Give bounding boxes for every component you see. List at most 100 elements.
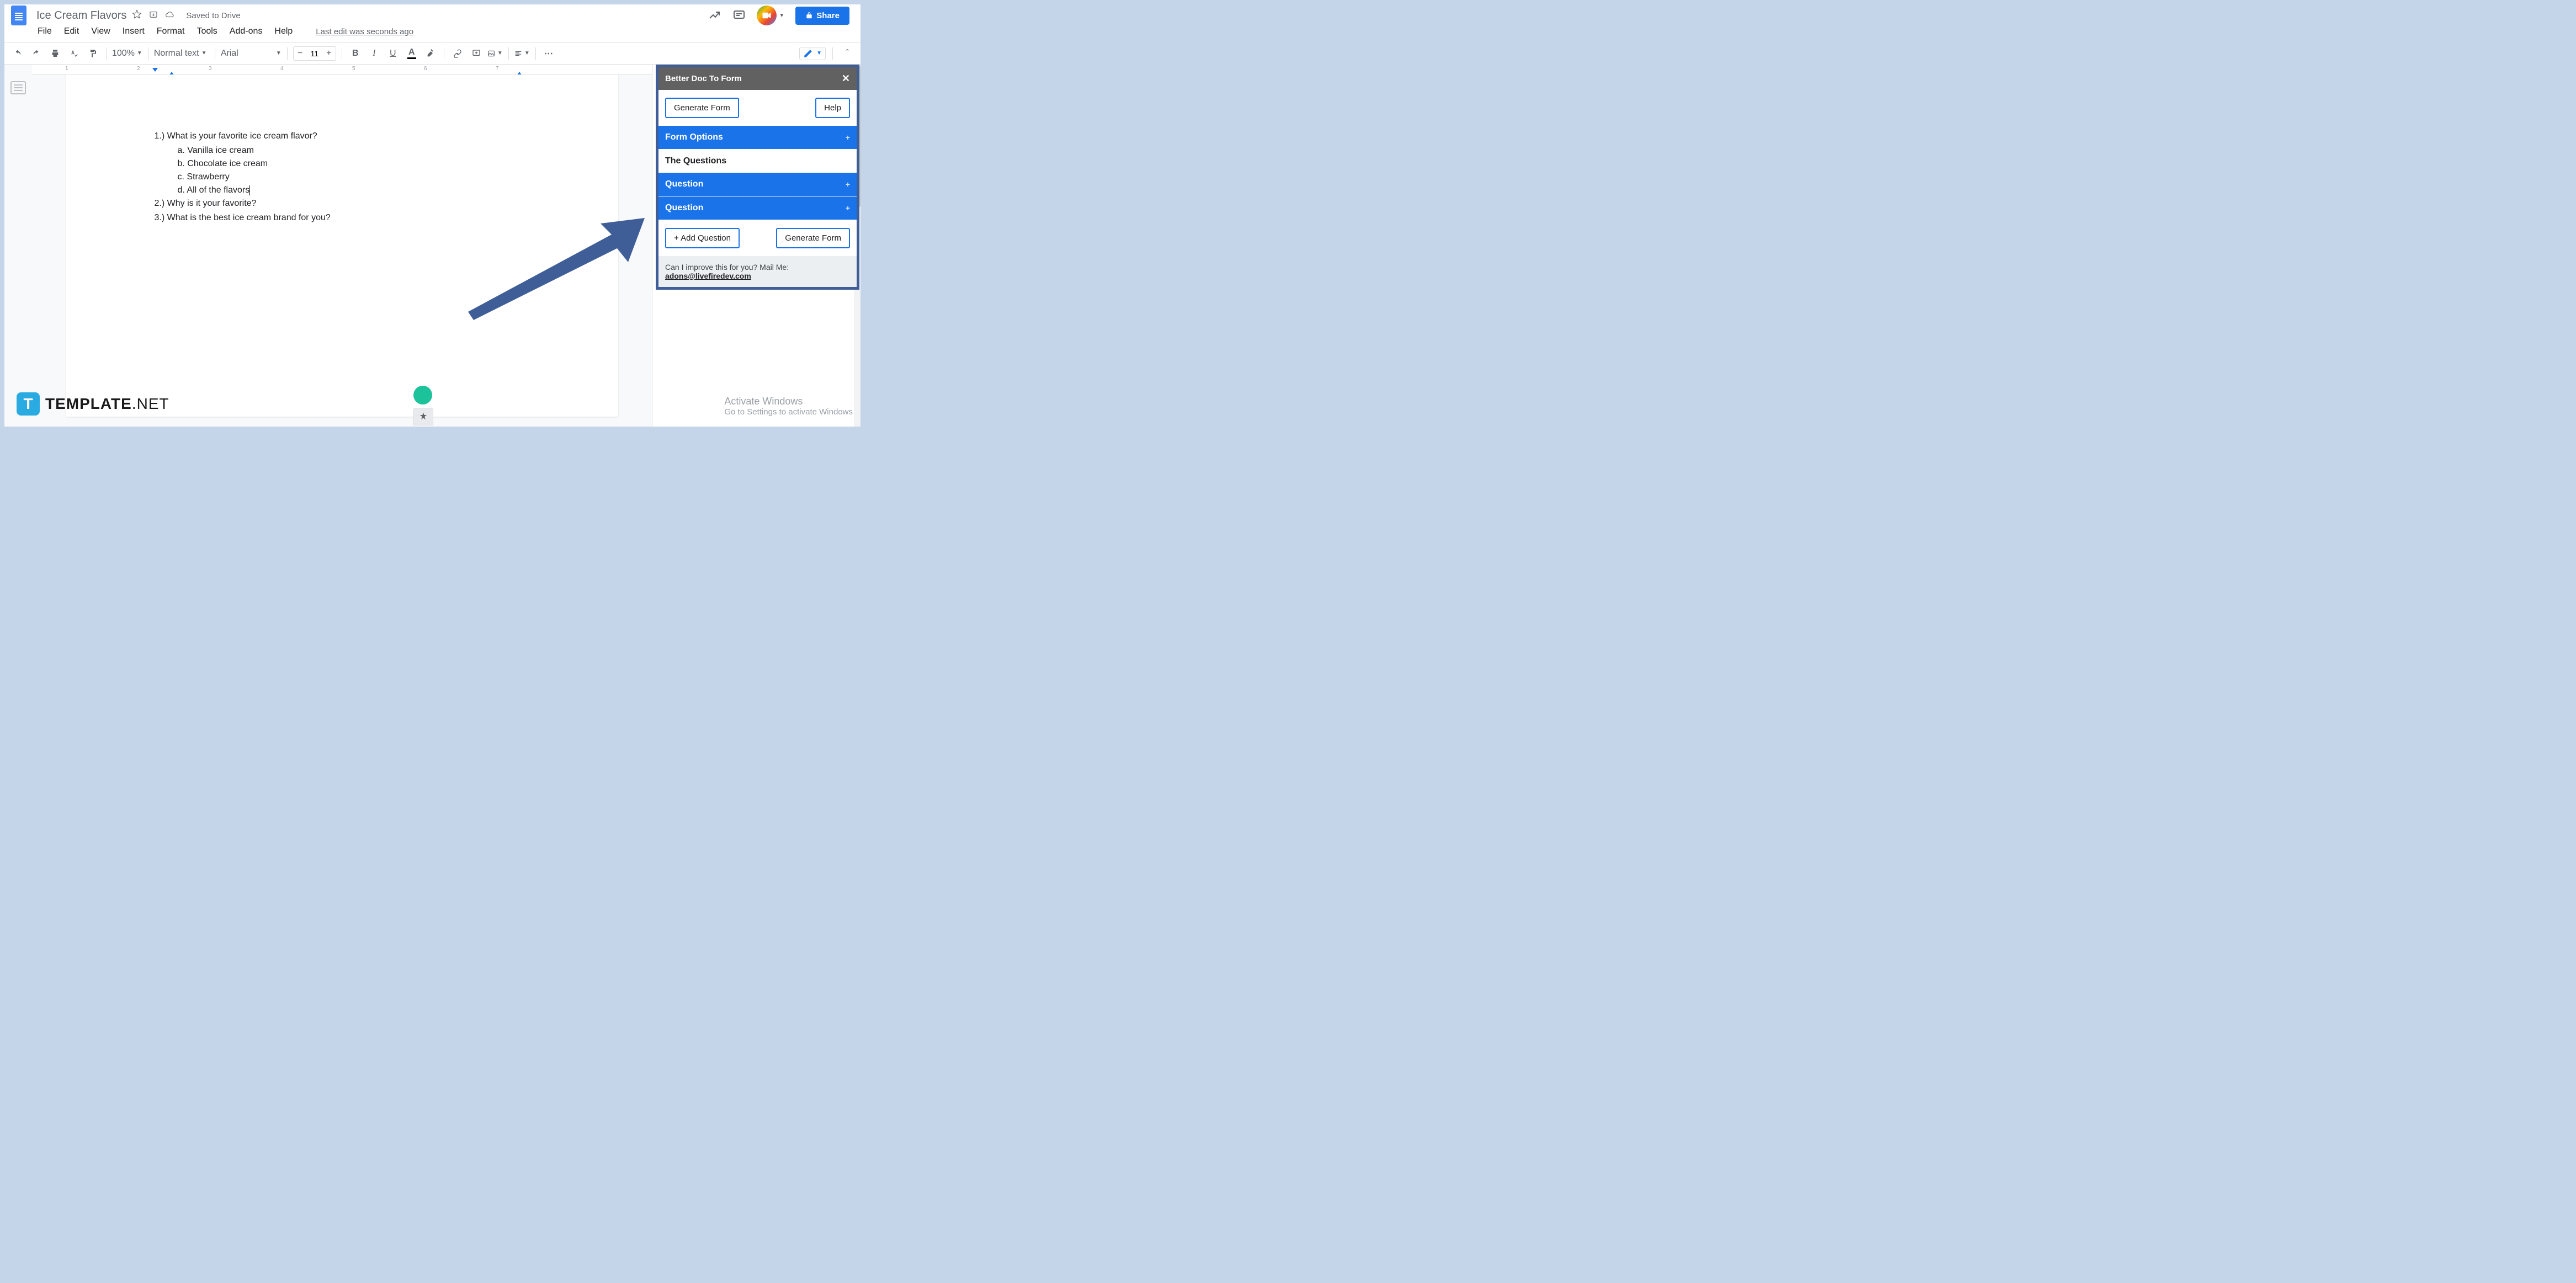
ruler-mark: 6 <box>424 66 427 72</box>
print-button[interactable] <box>47 46 63 61</box>
meet-icon <box>757 6 777 25</box>
sidepanel-header: Better Doc To Form ✕ <box>658 67 857 90</box>
text-color-button[interactable]: A <box>404 46 419 61</box>
document-page[interactable]: 1.) What is your favorite ice cream flav… <box>66 74 618 417</box>
activate-line2: Go to Settings to activate Windows <box>724 407 853 417</box>
insert-image-button[interactable]: ▼ <box>487 46 503 61</box>
expand-icon: + <box>846 180 850 189</box>
menu-insert[interactable]: Insert <box>123 26 145 36</box>
close-icon[interactable]: ✕ <box>842 73 850 84</box>
menu-view[interactable]: View <box>91 26 110 36</box>
font-select[interactable]: Arial▼ <box>221 49 281 58</box>
chevron-down-icon: ▼ <box>816 50 822 56</box>
generate-form-button-2[interactable]: Generate Form <box>776 228 850 248</box>
menu-help[interactable]: Help <box>274 26 293 36</box>
template-net-watermark: T TEMPLATE.NET <box>17 392 169 416</box>
meet-dropdown[interactable]: ▼ <box>757 6 784 25</box>
zoom-select[interactable]: 100%▼ <box>112 49 142 58</box>
cloud-saved-icon[interactable] <box>165 9 175 22</box>
activate-line1: Activate Windows <box>724 396 853 407</box>
paint-format-button[interactable] <box>85 46 100 61</box>
title-action-icons: Saved to Drive <box>132 9 240 22</box>
add-comment-button[interactable] <box>469 46 484 61</box>
question-1: 1.) What is your favorite ice cream flav… <box>155 130 541 143</box>
italic-button[interactable]: I <box>367 46 382 61</box>
style-select[interactable]: Normal text▼ <box>154 49 209 58</box>
text-cursor <box>249 185 250 195</box>
font-size-increase[interactable]: + <box>322 47 336 60</box>
collapse-toolbar-button[interactable]: ˆ <box>840 46 855 61</box>
font-size-decrease[interactable]: − <box>294 47 307 60</box>
watermark-text: TEMPLATE.NET <box>45 395 169 413</box>
titlebar: Ice Cream Flavors Saved to Drive ▼ Share <box>4 4 861 24</box>
ruler-mark: 2 <box>137 66 140 72</box>
share-label: Share <box>816 11 840 20</box>
highlight-button[interactable] <box>423 46 438 61</box>
menu-file[interactable]: File <box>38 26 52 36</box>
titlebar-right: ▼ Share <box>708 6 854 25</box>
document-body[interactable]: 1.) What is your favorite ice cream flav… <box>155 130 541 225</box>
google-docs-window: Ice Cream Flavors Saved to Drive ▼ Share… <box>4 4 861 427</box>
menu-addons[interactable]: Add-ons <box>230 26 263 36</box>
explore-button[interactable] <box>413 408 433 425</box>
docs-logo-icon[interactable] <box>11 6 26 25</box>
more-tools-button[interactable]: ⋯ <box>541 46 557 61</box>
last-edit-link[interactable]: Last edit was seconds ago <box>316 27 413 36</box>
option-1c: c. Strawberry <box>155 171 541 184</box>
menu-edit[interactable]: Edit <box>64 26 79 36</box>
menu-format[interactable]: Format <box>157 26 185 36</box>
chat-bubble-icon[interactable] <box>413 386 432 404</box>
the-questions-heading: The Questions <box>658 150 857 173</box>
ruler-mark: 4 <box>280 66 284 72</box>
bold-button[interactable]: B <box>348 46 363 61</box>
share-button[interactable]: Share <box>795 7 849 25</box>
toolbar: 100%▼ Normal text▼ Arial▼ − + B I U A ▼ … <box>4 42 861 65</box>
undo-button[interactable] <box>10 46 25 61</box>
font-value: Arial <box>221 49 238 58</box>
menu-tools[interactable]: Tools <box>196 26 217 36</box>
ruler-mark: 7 <box>496 66 499 72</box>
lock-icon <box>805 12 813 19</box>
horizontal-ruler[interactable]: 1 2 3 4 5 6 7 <box>32 65 652 74</box>
sidepanel-highlighted: Better Doc To Form ✕ Generate Form Help … <box>656 65 859 290</box>
footer-email-link[interactable]: adons@livefiredev.com <box>665 271 751 280</box>
form-options-section[interactable]: Form Options+ <box>658 126 857 150</box>
editing-mode-dropdown[interactable]: ▼ <box>799 47 826 60</box>
spellcheck-button[interactable] <box>66 46 82 61</box>
insert-link-button[interactable] <box>450 46 465 61</box>
font-size-input[interactable] <box>307 49 322 58</box>
outline-toggle-icon[interactable] <box>10 81 26 94</box>
align-button[interactable]: ▼ <box>514 46 530 61</box>
document-title[interactable]: Ice Cream Flavors <box>36 9 126 22</box>
star-icon[interactable] <box>132 9 142 22</box>
page-scroll-area[interactable]: 1.) What is your favorite ice cream flav… <box>32 74 652 427</box>
question-section-1[interactable]: Question+ <box>658 173 857 196</box>
font-size-control: − + <box>293 46 336 61</box>
sidepanel-top-buttons: Generate Form Help <box>658 90 857 126</box>
saved-status-text: Saved to Drive <box>186 11 240 20</box>
document-area: 1 2 3 4 5 6 7 1.) What is your favorite … <box>32 65 652 427</box>
generate-form-button[interactable]: Generate Form <box>665 98 739 118</box>
question-label: Question <box>665 203 703 213</box>
underline-button[interactable]: U <box>385 46 401 61</box>
activity-icon[interactable] <box>708 9 721 22</box>
pencil-icon <box>803 49 813 58</box>
activate-windows-overlay: Activate Windows Go to Settings to activ… <box>724 396 853 417</box>
chevron-down-icon: ▼ <box>779 13 784 19</box>
add-question-button[interactable]: + Add Question <box>665 228 740 248</box>
indent-marker-icon[interactable] <box>152 68 158 73</box>
zoom-value: 100% <box>112 49 135 58</box>
help-button[interactable]: Help <box>815 98 850 118</box>
explore-icon <box>418 412 428 422</box>
question-section-2[interactable]: Question+ <box>658 196 857 220</box>
watermark-icon: T <box>17 392 40 416</box>
option-1d: d. All of the flavors <box>155 184 541 197</box>
redo-button[interactable] <box>29 46 44 61</box>
left-rail <box>4 65 32 427</box>
sidepanel-bottom-buttons: + Add Question Generate Form <box>658 220 857 256</box>
form-options-label: Form Options <box>665 132 723 142</box>
ruler-mark: 3 <box>209 66 212 72</box>
comments-icon[interactable] <box>732 9 746 22</box>
ruler-mark: 5 <box>352 66 355 72</box>
move-icon[interactable] <box>148 9 158 22</box>
